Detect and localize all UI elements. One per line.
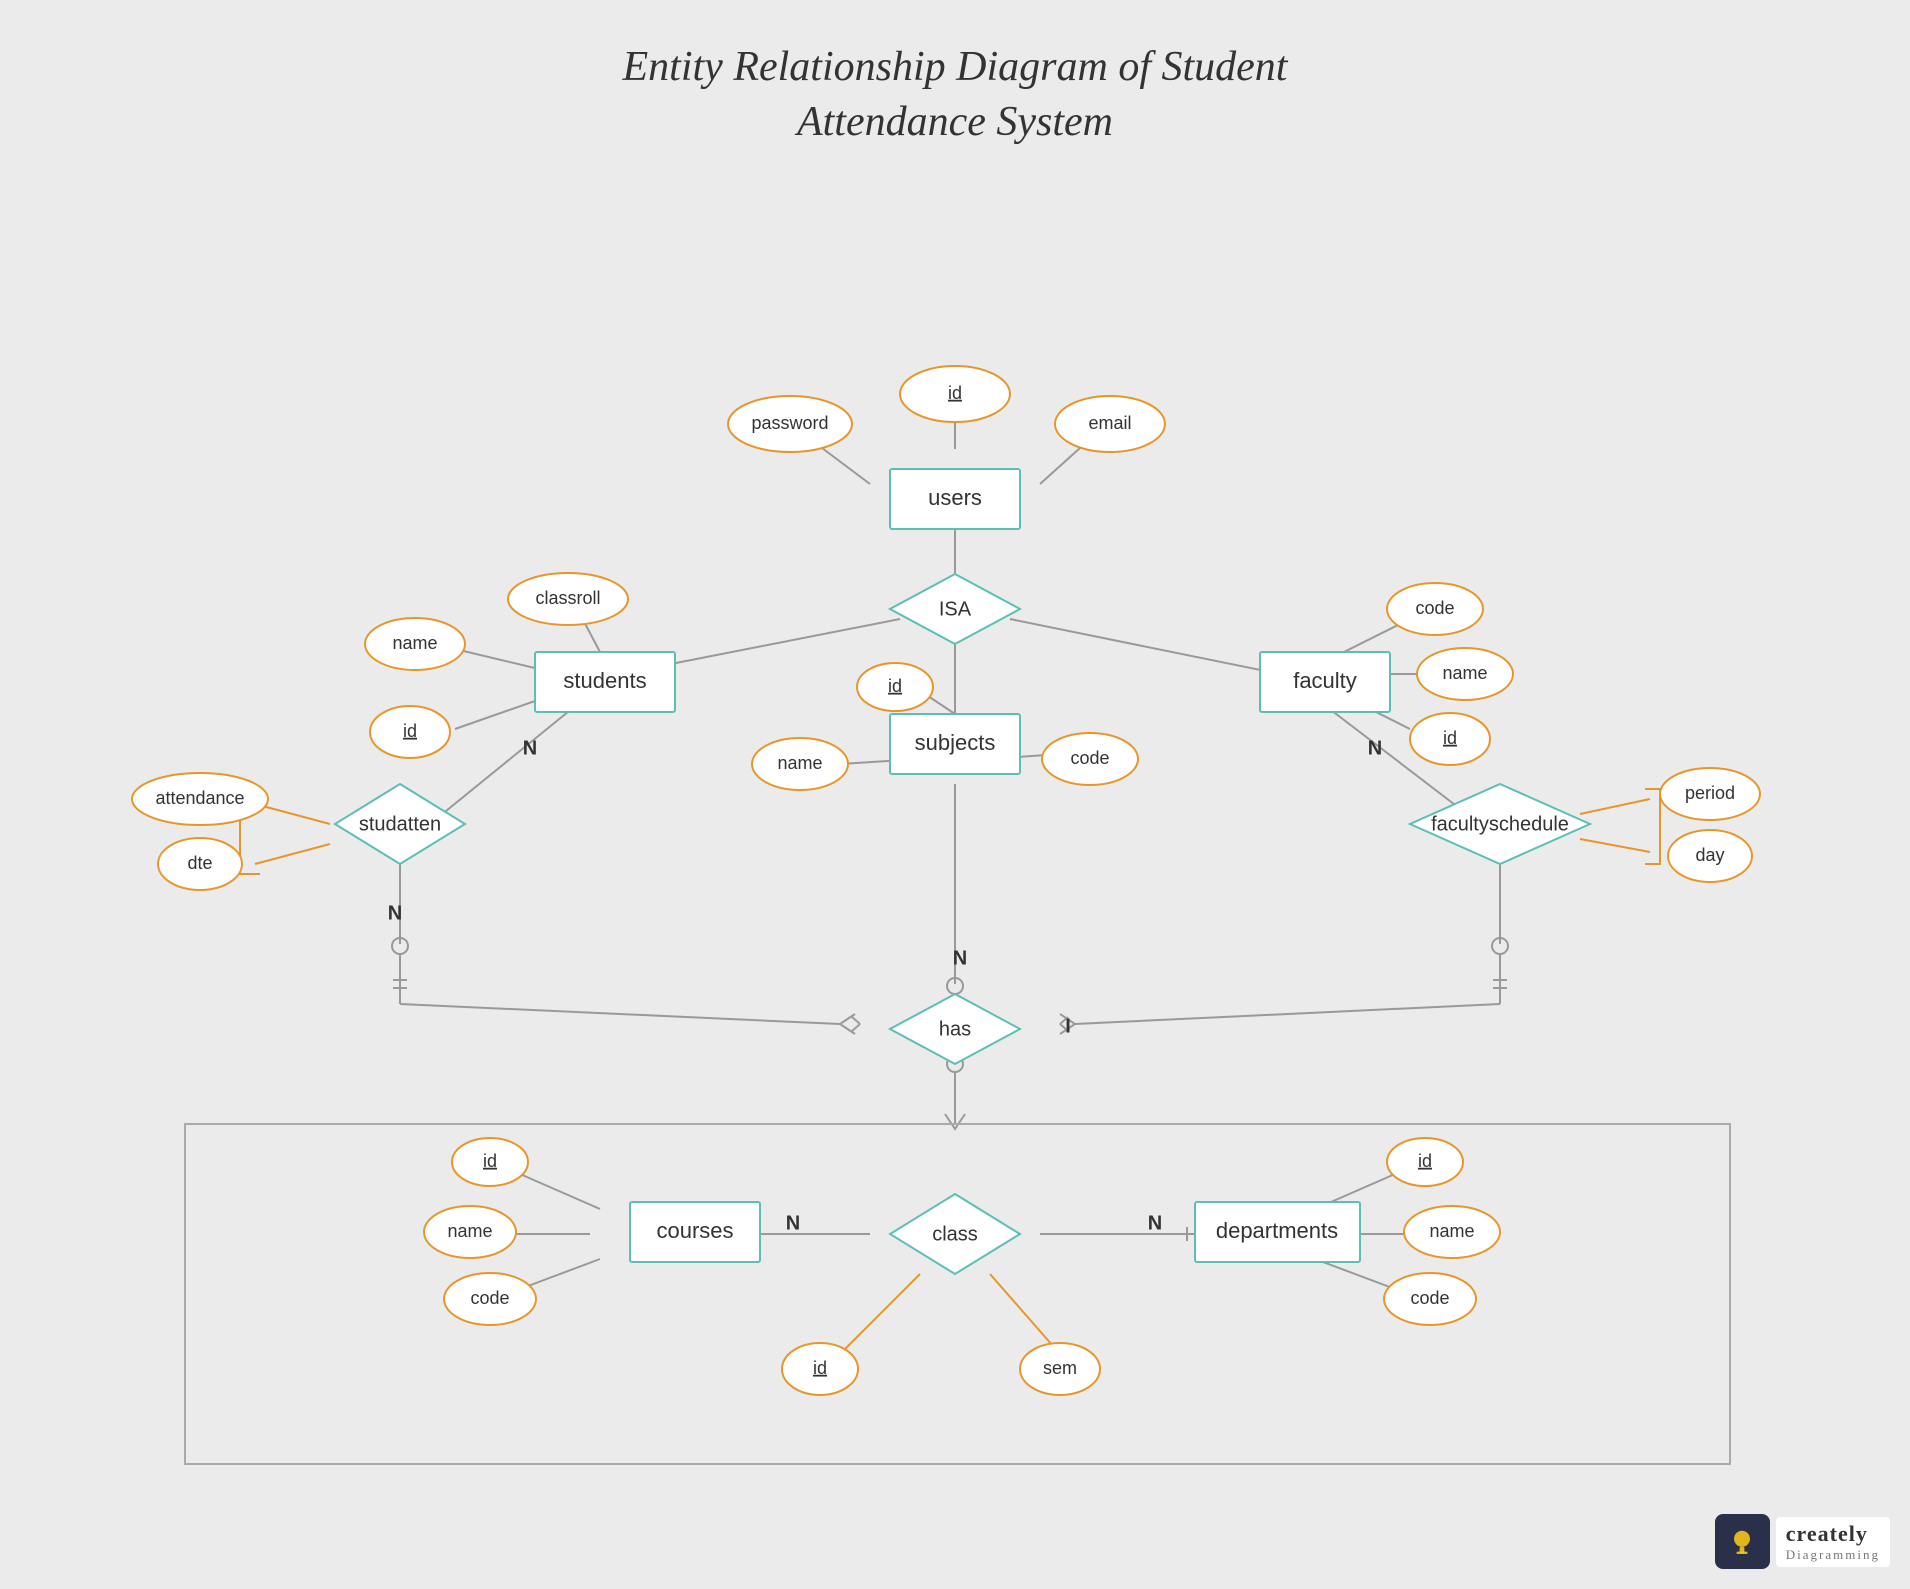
entity-students: students xyxy=(563,668,646,693)
attr-courses-id: id xyxy=(483,1151,497,1171)
attr-faculty-name: name xyxy=(1442,663,1487,683)
attr-users-id: id xyxy=(948,383,962,403)
attr-class-sem: sem xyxy=(1043,1358,1077,1378)
attr-subjects-code: code xyxy=(1070,748,1109,768)
title-line1: Entity Relationship Diagram of Student xyxy=(623,44,1288,90)
er-diagram-svg: users students faculty subjects courses … xyxy=(0,169,1910,1549)
attr-courses-name: name xyxy=(447,1221,492,1241)
relationship-facultyschedule: facultyschedule xyxy=(1431,813,1569,835)
relationship-has: has xyxy=(939,1018,971,1040)
attr-subjects-name: name xyxy=(777,753,822,773)
attr-students-classroll: classroll xyxy=(535,588,600,608)
entity-departments: departments xyxy=(1216,1218,1338,1243)
attr-departments-name: name xyxy=(1429,1221,1474,1241)
cardinality-1: I xyxy=(1065,1015,1071,1037)
attr-users-email: email xyxy=(1088,413,1131,433)
relationship-isa: ISA xyxy=(939,598,972,620)
cardinality-n3: N xyxy=(388,902,402,924)
relationship-studatten: studatten xyxy=(359,813,441,835)
creately-text-box: creately Diagramming xyxy=(1776,1517,1890,1567)
title-area: Entity Relationship Diagram of Student A… xyxy=(0,0,1910,169)
entity-users: users xyxy=(928,485,982,510)
creately-logo: creately Diagramming xyxy=(1715,1514,1890,1569)
main-container: Entity Relationship Diagram of Student A… xyxy=(0,0,1910,1589)
attr-courses-code: code xyxy=(470,1288,509,1308)
attr-departments-id: id xyxy=(1418,1151,1432,1171)
entity-courses: courses xyxy=(656,1218,733,1243)
cardinality-n5: N xyxy=(786,1212,800,1234)
attr-studatten-dte: dte xyxy=(187,853,212,873)
attr-subjects-id: id xyxy=(888,676,902,696)
entity-faculty: faculty xyxy=(1293,668,1357,693)
attr-class-id: id xyxy=(813,1358,827,1378)
attr-users-password: password xyxy=(751,413,828,433)
cardinality-n1: N xyxy=(523,737,537,759)
cardinality-n4: N xyxy=(953,947,967,969)
creately-name: creately xyxy=(1786,1521,1880,1547)
cardinality-n2: N xyxy=(1368,737,1382,759)
diagram-area: users students faculty subjects courses … xyxy=(0,169,1910,1549)
relationship-class: class xyxy=(932,1223,978,1245)
attr-facultyschedule-period: period xyxy=(1685,783,1735,803)
attr-departments-code: code xyxy=(1410,1288,1449,1308)
entity-subjects: subjects xyxy=(915,730,996,755)
attr-faculty-id: id xyxy=(1443,728,1457,748)
attr-facultyschedule-day: day xyxy=(1695,845,1724,865)
creately-icon xyxy=(1715,1514,1770,1569)
creately-sub: Diagramming xyxy=(1786,1547,1880,1563)
attr-students-name: name xyxy=(392,633,437,653)
attr-faculty-code: code xyxy=(1415,598,1454,618)
cardinality-n6: N xyxy=(1148,1212,1162,1234)
attr-students-id: id xyxy=(403,721,417,741)
attr-studatten-attendance: attendance xyxy=(155,788,244,808)
title-line2: Attendance System xyxy=(797,99,1113,145)
diagram-title: Entity Relationship Diagram of Student A… xyxy=(0,40,1910,149)
